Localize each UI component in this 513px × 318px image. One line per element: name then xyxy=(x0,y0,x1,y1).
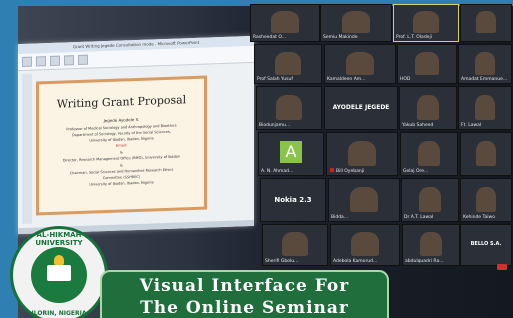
participant-video xyxy=(418,186,442,212)
participant-name: Sherifi Gbolu... xyxy=(265,259,299,264)
participant-name: Kehinde Taiwo xyxy=(463,215,495,220)
participant-name: A. N. Ahmad... xyxy=(261,169,294,174)
participant-video xyxy=(419,232,443,257)
participant-center-name: BELLO S.A. xyxy=(470,241,502,247)
ribbon-button[interactable] xyxy=(78,54,88,66)
participant-video xyxy=(350,186,378,212)
participant-name: Prof. L.T. Oladeji xyxy=(396,35,432,40)
banner-line-1: Visual Interface For xyxy=(139,276,350,296)
current-slide: Writing Grant Proposal Jegede Ayodele S.… xyxy=(36,75,207,216)
ribbon-button[interactable] xyxy=(64,55,74,66)
participant-video xyxy=(348,140,376,166)
banner-line-2: The Online Seminar xyxy=(140,298,349,318)
participant-tile[interactable]: Dr A.T. Lawal xyxy=(401,178,459,222)
participant-tile[interactable]: Gelaj Ore... xyxy=(400,132,458,176)
participant-name: Dr A.T. Lawal xyxy=(404,215,434,220)
active-speaker-name: AYODELE JEGEDE xyxy=(332,103,390,111)
participant-name: HOD xyxy=(400,77,411,82)
participant-tile[interactable]: Bill Oyebanji xyxy=(326,132,398,176)
participant-tile[interactable]: BELLO S.A. xyxy=(460,224,512,266)
avatar-letter: A xyxy=(280,140,302,163)
participant-tile[interactable]: abdulquadri Ra... xyxy=(402,224,460,266)
participant-name: Gelaj Ore... xyxy=(403,169,429,174)
participant-tile[interactable]: Semiu Makinde xyxy=(320,4,392,42)
participant-tile[interactable]: Adebola Kamorud... xyxy=(330,224,400,266)
ribbon-button[interactable] xyxy=(36,56,46,67)
participant-tile[interactable]: Rasheedat O... xyxy=(250,4,320,42)
participant-name: Ft. Lawal xyxy=(461,123,482,128)
participant-video xyxy=(476,186,496,212)
participant-video xyxy=(413,11,439,34)
participant-tile[interactable]: HOD xyxy=(397,44,457,84)
photo-scene: Grant Writing Jegede Consultation mode -… xyxy=(0,0,513,318)
participant-tile[interactable]: Prof Salah Yusuf xyxy=(254,44,322,84)
participant-tile[interactable]: Yakub Saheed xyxy=(399,86,457,130)
participant-video xyxy=(476,11,496,34)
participant-tile[interactable]: Kehinde Taiwo xyxy=(460,178,512,222)
participant-tile[interactable] xyxy=(460,132,512,176)
leave-meeting-button[interactable] xyxy=(497,264,507,270)
participant-name: Semiu Makinde xyxy=(323,35,358,40)
ribbon-button[interactable] xyxy=(50,55,60,67)
university-logo: AL-HIKMAH UNIVERSITY ILORIN, NIGERIA xyxy=(10,226,108,318)
participant-name: Bidda... xyxy=(331,215,349,220)
participant-tile[interactable]: Ft. Lawal xyxy=(458,86,512,130)
participant-video xyxy=(476,140,496,166)
powerpoint-window: Grant Writing Jegede Consultation mode -… xyxy=(18,35,254,235)
participant-video xyxy=(474,51,496,75)
participant-tile[interactable]: Amadat Emmanue... xyxy=(458,44,512,84)
participant-video xyxy=(474,94,496,120)
logo-top-text: AL-HIKMAH UNIVERSITY xyxy=(35,231,83,247)
participant-tile[interactable]: A A. N. Ahmad... xyxy=(258,132,324,176)
participant-name: Biodunjamu... xyxy=(259,123,291,128)
mic-muted-icon xyxy=(330,168,334,172)
slide-thumbnail-pane[interactable] xyxy=(22,73,32,224)
participant-video xyxy=(351,232,379,257)
participant-name: Amadat Emmanue... xyxy=(461,77,508,82)
participant-video xyxy=(416,94,440,120)
participant-name: Kamaldeen Am... xyxy=(327,77,366,82)
participant-name: abdulquadri Ra... xyxy=(405,259,444,264)
participant-name: Adebola Kamorud... xyxy=(333,259,378,264)
participant-tile[interactable]: Kamaldeen Am... xyxy=(324,44,396,84)
participant-tile[interactable]: Prof. L.T. Oladeji xyxy=(393,4,459,42)
logo-bottom-text: ILORIN, NIGERIA xyxy=(31,310,87,317)
participant-tile[interactable]: Nokia 2.3 xyxy=(260,178,326,222)
caption-banner: Visual Interface For The Online Seminar xyxy=(100,270,389,318)
participant-video xyxy=(274,51,302,75)
participant-video xyxy=(346,51,374,75)
book-icon xyxy=(47,265,71,281)
participant-tile[interactable]: Bidda... xyxy=(328,178,400,222)
slide-title: Writing Grant Proposal xyxy=(56,93,187,111)
participant-name: Rasheedat O... xyxy=(253,35,286,40)
participant-video xyxy=(342,11,370,34)
participant-name: Yakub Saheed xyxy=(402,123,434,128)
participant-tile-active[interactable]: AYODELE JEGEDE xyxy=(324,86,398,130)
participant-video xyxy=(415,51,439,75)
lamp-icon xyxy=(54,255,64,265)
participant-video xyxy=(417,140,441,166)
logo-emblem xyxy=(31,247,87,303)
ribbon-button[interactable] xyxy=(22,56,32,67)
participant-tile[interactable]: Biodunjamu... xyxy=(256,86,322,130)
participant-video xyxy=(282,232,308,257)
participant-tile[interactable]: Sherifi Gbolu... xyxy=(262,224,328,266)
participant-tile[interactable] xyxy=(460,4,512,42)
participant-name: Bill Oyebanji xyxy=(336,169,365,174)
participant-video xyxy=(271,11,299,34)
participant-name: Prof Salah Yusuf xyxy=(257,77,293,82)
participant-video xyxy=(276,94,302,120)
participant-center-name: Nokia 2.3 xyxy=(274,195,312,204)
